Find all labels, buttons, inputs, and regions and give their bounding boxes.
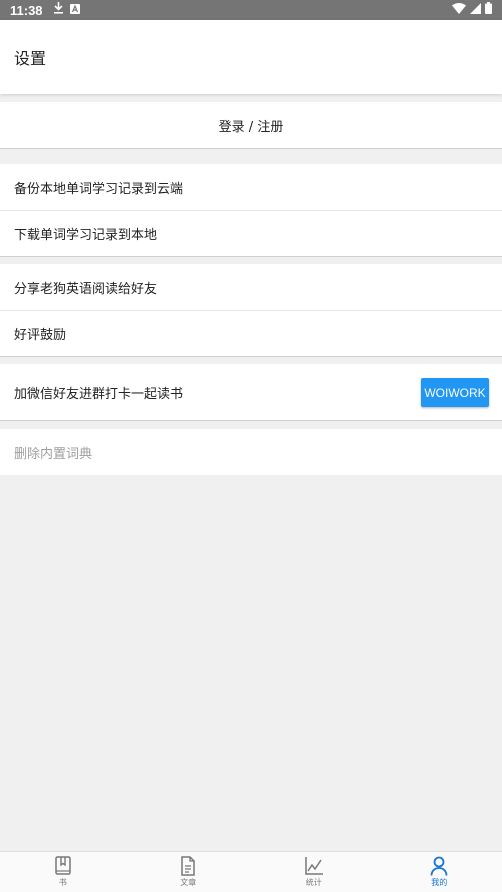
nav-item-mine[interactable]: 我的 <box>377 852 502 892</box>
wechat-group: 加微信好友进群打卡一起读书 WOIWORK <box>0 364 502 421</box>
nav-label-articles: 文章 <box>180 878 197 887</box>
nav-label-stats: 统计 <box>305 878 322 887</box>
delete-dict-item[interactable]: 删除内置词典 <box>0 429 502 475</box>
backup-to-cloud-label: 备份本地单词学习记录到云端 <box>14 181 184 197</box>
download-records-item[interactable]: 下载单词学习记录到本地 <box>0 210 502 256</box>
share-app-item[interactable]: 分享老狗英语阅读给好友 <box>0 264 502 310</box>
sync-group: 备份本地单词学习记录到云端 下载单词学习记录到本地 <box>0 164 502 257</box>
wechat-label: 加微信好友进群打卡一起读书 <box>14 386 184 402</box>
woiwork-button[interactable]: WOIWORK <box>421 378 489 407</box>
share-app-label: 分享老狗英语阅读给好友 <box>14 281 158 297</box>
nav-item-book[interactable]: 书 <box>0 852 126 892</box>
rate-app-label: 好评鼓励 <box>14 328 67 343</box>
backup-to-cloud-item[interactable]: 备份本地单词学习记录到云端 <box>0 164 502 210</box>
a-icon <box>69 3 80 18</box>
login-card: 登录 / 注册 <box>0 102 502 149</box>
rate-app-item[interactable]: 好评鼓励 <box>0 310 502 356</box>
book-icon <box>54 856 72 876</box>
nav-label-mine: 我的 <box>431 878 448 887</box>
download-records-label: 下载单词学习记录到本地 <box>14 228 158 243</box>
download-icon <box>53 2 64 18</box>
bottom-nav: 书 文章 统计 我的 <box>0 851 502 892</box>
nav-label-book: 书 <box>58 878 67 887</box>
share-group: 分享老狗英语阅读给好友 好评鼓励 <box>0 264 502 357</box>
chart-icon <box>304 856 324 876</box>
page-title: 设置 <box>14 49 47 68</box>
battery-icon <box>485 2 492 18</box>
login-register-button[interactable]: 登录 / 注册 <box>0 102 502 148</box>
delete-dict-group: 删除内置词典 <box>0 429 502 475</box>
delete-dict-label: 删除内置词典 <box>14 446 93 462</box>
app-bar: 设置 <box>0 20 502 94</box>
wifi-icon <box>452 2 466 18</box>
nav-item-stats[interactable]: 统计 <box>251 852 377 892</box>
login-register-label: 登录 / 注册 <box>218 119 284 135</box>
wechat-item[interactable]: 加微信好友进群打卡一起读书 WOIWORK <box>0 364 502 420</box>
signal-icon <box>470 2 481 18</box>
status-time: 11:38 <box>10 2 43 18</box>
status-bar: 11:38 <box>0 0 502 20</box>
document-icon <box>179 856 197 876</box>
person-icon <box>430 856 448 876</box>
nav-item-articles[interactable]: 文章 <box>126 852 252 892</box>
